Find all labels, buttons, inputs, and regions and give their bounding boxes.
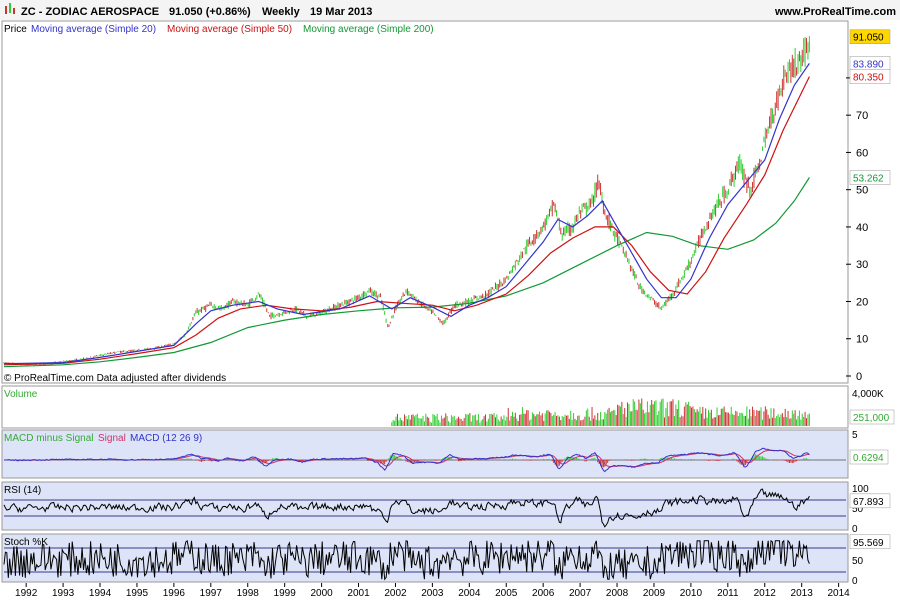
- stoch-badges: 95.569: [849, 534, 891, 550]
- year-tick-label: 1992: [15, 588, 38, 599]
- ma50-legend: Moving average (Simple 50): [167, 24, 292, 35]
- year-tick-label: 2001: [347, 588, 370, 599]
- price-tick-label: 50: [856, 185, 868, 197]
- ma20-legend: Moving average (Simple 20): [31, 24, 156, 35]
- year-tick-label: 1998: [237, 588, 260, 599]
- year-tick-label: 2011: [717, 588, 739, 599]
- oscillator-tick-label: 0: [852, 576, 858, 587]
- price-tick-label: 0: [856, 371, 862, 383]
- volume-badge-text: 251,000: [853, 413, 890, 424]
- price-badge-text: 80.350: [853, 73, 884, 84]
- rsi-legend: RSI (14): [4, 485, 41, 496]
- chart-canvas: ZC - ZODIAC AEROSPACE 91.050 (+0.86%) We…: [0, 0, 900, 599]
- year-tick-label: 2007: [569, 588, 592, 599]
- macd-legend-signal: Signal: [98, 433, 126, 444]
- price-tick-label: 60: [856, 147, 868, 159]
- ma200-legend: Moving average (Simple 200): [303, 24, 434, 35]
- year-tick-label: 2000: [310, 588, 333, 599]
- price-badge-text: 91.050: [853, 33, 884, 44]
- oscillator-badge-text: 95.569: [853, 538, 884, 549]
- date-label: 19 Mar 2013: [310, 6, 372, 18]
- macd-panel: [1, 429, 849, 479]
- macd-tick-label: 5: [852, 430, 858, 441]
- stoch-legend: Stoch %K: [4, 537, 48, 548]
- oscillator-tick-label: 50: [852, 556, 864, 567]
- year-tick-label: 1995: [126, 588, 149, 599]
- year-tick-label: 2005: [495, 588, 518, 599]
- copyright-note: © ProRealTime.com Data adjusted after di…: [4, 373, 226, 384]
- price-tick-label: 30: [856, 259, 868, 271]
- oscillator-tick-label: 100: [852, 484, 869, 495]
- year-tick-label: 2009: [643, 588, 666, 599]
- symbol-title: ZC - ZODIAC AEROSPACE: [21, 6, 159, 18]
- price-legend-prefix: Price: [4, 24, 27, 35]
- volume-title: Volume: [4, 389, 38, 400]
- year-tick-label: 1997: [200, 588, 223, 599]
- chart-window: ZC - ZODIAC AEROSPACE 91.050 (+0.86%) We…: [0, 0, 900, 600]
- price-axis: 01020304050607080: [846, 73, 868, 383]
- price-badge-text: 53.262: [853, 174, 884, 185]
- year-tick-label: 2008: [606, 588, 629, 599]
- year-tick-label: 2006: [532, 588, 555, 599]
- price-tick-label: 20: [856, 296, 868, 308]
- oscillator-tick-label: 0: [852, 524, 858, 535]
- year-tick-label: 2003: [421, 588, 444, 599]
- macd-badge-text: 0.6294: [853, 453, 884, 464]
- macd-legend-macd: MACD (12 26 9): [130, 433, 202, 444]
- price-tick-label: 70: [856, 110, 868, 122]
- year-tick-label: 2010: [680, 588, 703, 599]
- year-tick-label: 2012: [754, 588, 777, 599]
- year-tick-label: 2004: [458, 588, 481, 599]
- macd-badges: 0.6294: [849, 449, 889, 465]
- rsi-panel: [1, 481, 849, 531]
- price-badges: 91.050 83.890 80.350 53.262: [849, 29, 891, 185]
- year-tick-label: 2014: [827, 588, 850, 599]
- time-axis: 1992 1993 1994 1995 1996 1997 1998 1999 2000 2001…: [15, 583, 850, 599]
- volume-badges: 251,000: [849, 409, 895, 425]
- price-tick-label: 10: [856, 334, 868, 346]
- year-tick-label: 1996: [163, 588, 186, 599]
- site-link[interactable]: www.ProRealTime.com: [774, 6, 896, 18]
- year-tick-label: 2002: [384, 588, 407, 599]
- stoch-axis: 50 0: [852, 556, 864, 587]
- macd-legend-histogram: MACD minus Signal: [4, 433, 93, 444]
- oscillator-badge-text: 67.893: [853, 497, 884, 508]
- price-badge-text: 83.890: [853, 59, 884, 70]
- price-change: 91.050 (+0.86%): [169, 6, 251, 18]
- year-tick-label: 2013: [791, 588, 814, 599]
- rsi-axis: 100500: [852, 484, 869, 535]
- volume-tick: 4,000K: [852, 389, 884, 400]
- price-tick-label: 40: [856, 222, 868, 234]
- period-label: Weekly: [262, 6, 301, 18]
- rsi-badges: 67.893: [849, 493, 891, 509]
- year-tick-label: 1994: [89, 588, 112, 599]
- year-tick-label: 1999: [274, 588, 297, 599]
- year-tick-label: 1993: [52, 588, 75, 599]
